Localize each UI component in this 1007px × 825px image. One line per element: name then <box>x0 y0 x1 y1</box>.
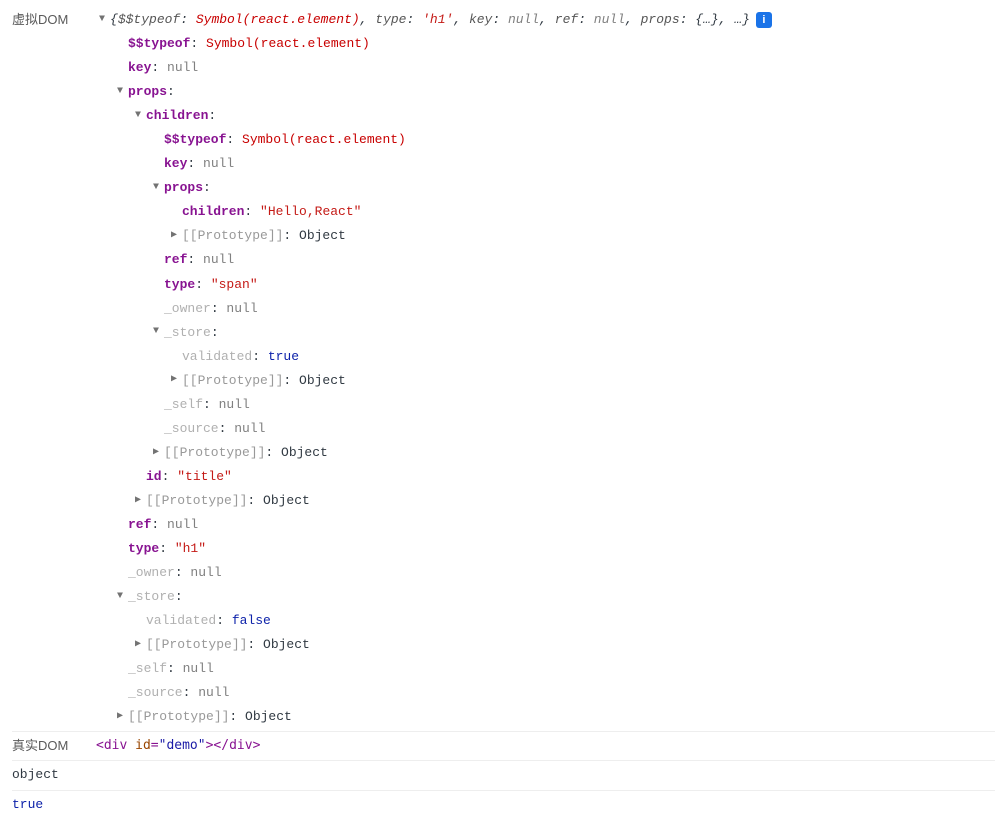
child-key[interactable]: key: null <box>96 152 995 176</box>
child-ref[interactable]: ref: null <box>96 248 995 272</box>
chevron-down-icon[interactable] <box>114 83 126 102</box>
object-tree: {$$typeof: Symbol(react.element), type: … <box>96 8 995 729</box>
prop-props[interactable]: props: <box>96 80 995 104</box>
separator-1 <box>12 731 995 732</box>
real-dom-row: 真实DOM <div id="demo"></div> <box>12 734 995 758</box>
prop-type[interactable]: type: "h1" <box>96 537 995 561</box>
child-props[interactable]: props: <box>96 176 995 200</box>
child-typeof[interactable]: $$typeof: Symbol(react.element) <box>96 128 995 152</box>
chevron-down-icon[interactable] <box>114 588 126 607</box>
real-dom-label: 真实DOM <box>12 734 84 758</box>
chevron-right-icon[interactable] <box>168 371 180 390</box>
chevron-right-icon[interactable] <box>168 227 180 246</box>
chevron-down-icon[interactable] <box>150 179 162 198</box>
object-summary[interactable]: {$$typeof: Symbol(react.element), type: … <box>96 8 995 32</box>
prop-key[interactable]: key: null <box>96 56 995 80</box>
store-proto[interactable]: [[Prototype]]: Object <box>96 633 995 657</box>
prop-store[interactable]: _store: <box>96 585 995 609</box>
chevron-down-icon[interactable] <box>150 323 162 342</box>
prop-self[interactable]: _self: null <box>96 657 995 681</box>
virtual-dom-label: 虚拟DOM <box>12 8 84 32</box>
chevron-right-icon[interactable] <box>114 708 126 727</box>
prop-typeof[interactable]: $$typeof: Symbol(react.element) <box>96 32 995 56</box>
separator-3 <box>12 790 995 791</box>
log-object: object <box>12 763 995 787</box>
child-children-value[interactable]: children: "Hello,React" <box>96 200 995 224</box>
child-owner[interactable]: _owner: null <box>96 297 995 321</box>
info-icon[interactable]: i <box>756 12 772 28</box>
chevron-right-icon[interactable] <box>132 492 144 511</box>
prop-ref[interactable]: ref: null <box>96 513 995 537</box>
chevron-right-icon[interactable] <box>150 444 162 463</box>
virtual-dom-row: 虚拟DOM {$$typeof: Symbol(react.element), … <box>12 8 995 729</box>
child-self[interactable]: _self: null <box>96 393 995 417</box>
log-true: true <box>12 793 995 817</box>
chevron-down-icon[interactable] <box>96 11 108 30</box>
real-dom-value[interactable]: <div id="demo"></div> <box>96 734 260 758</box>
chevron-right-icon[interactable] <box>132 636 144 655</box>
prop-source[interactable]: _source: null <box>96 681 995 705</box>
chevron-down-icon[interactable] <box>132 107 144 126</box>
prop-id[interactable]: id: "title" <box>96 465 995 489</box>
separator-2 <box>12 760 995 761</box>
child-props-proto[interactable]: [[Prototype]]: Object <box>96 224 995 248</box>
child-store-proto[interactable]: [[Prototype]]: Object <box>96 369 995 393</box>
store-validated[interactable]: validated: false <box>96 609 995 633</box>
prop-owner[interactable]: _owner: null <box>96 561 995 585</box>
child-type[interactable]: type: "span" <box>96 273 995 297</box>
children-proto[interactable]: [[Prototype]]: Object <box>96 441 995 465</box>
root-proto[interactable]: [[Prototype]]: Object <box>96 705 995 729</box>
props-proto[interactable]: [[Prototype]]: Object <box>96 489 995 513</box>
child-store[interactable]: _store: <box>96 321 995 345</box>
child-source[interactable]: _source: null <box>96 417 995 441</box>
prop-children[interactable]: children: <box>96 104 995 128</box>
child-store-validated[interactable]: validated: true <box>96 345 995 369</box>
